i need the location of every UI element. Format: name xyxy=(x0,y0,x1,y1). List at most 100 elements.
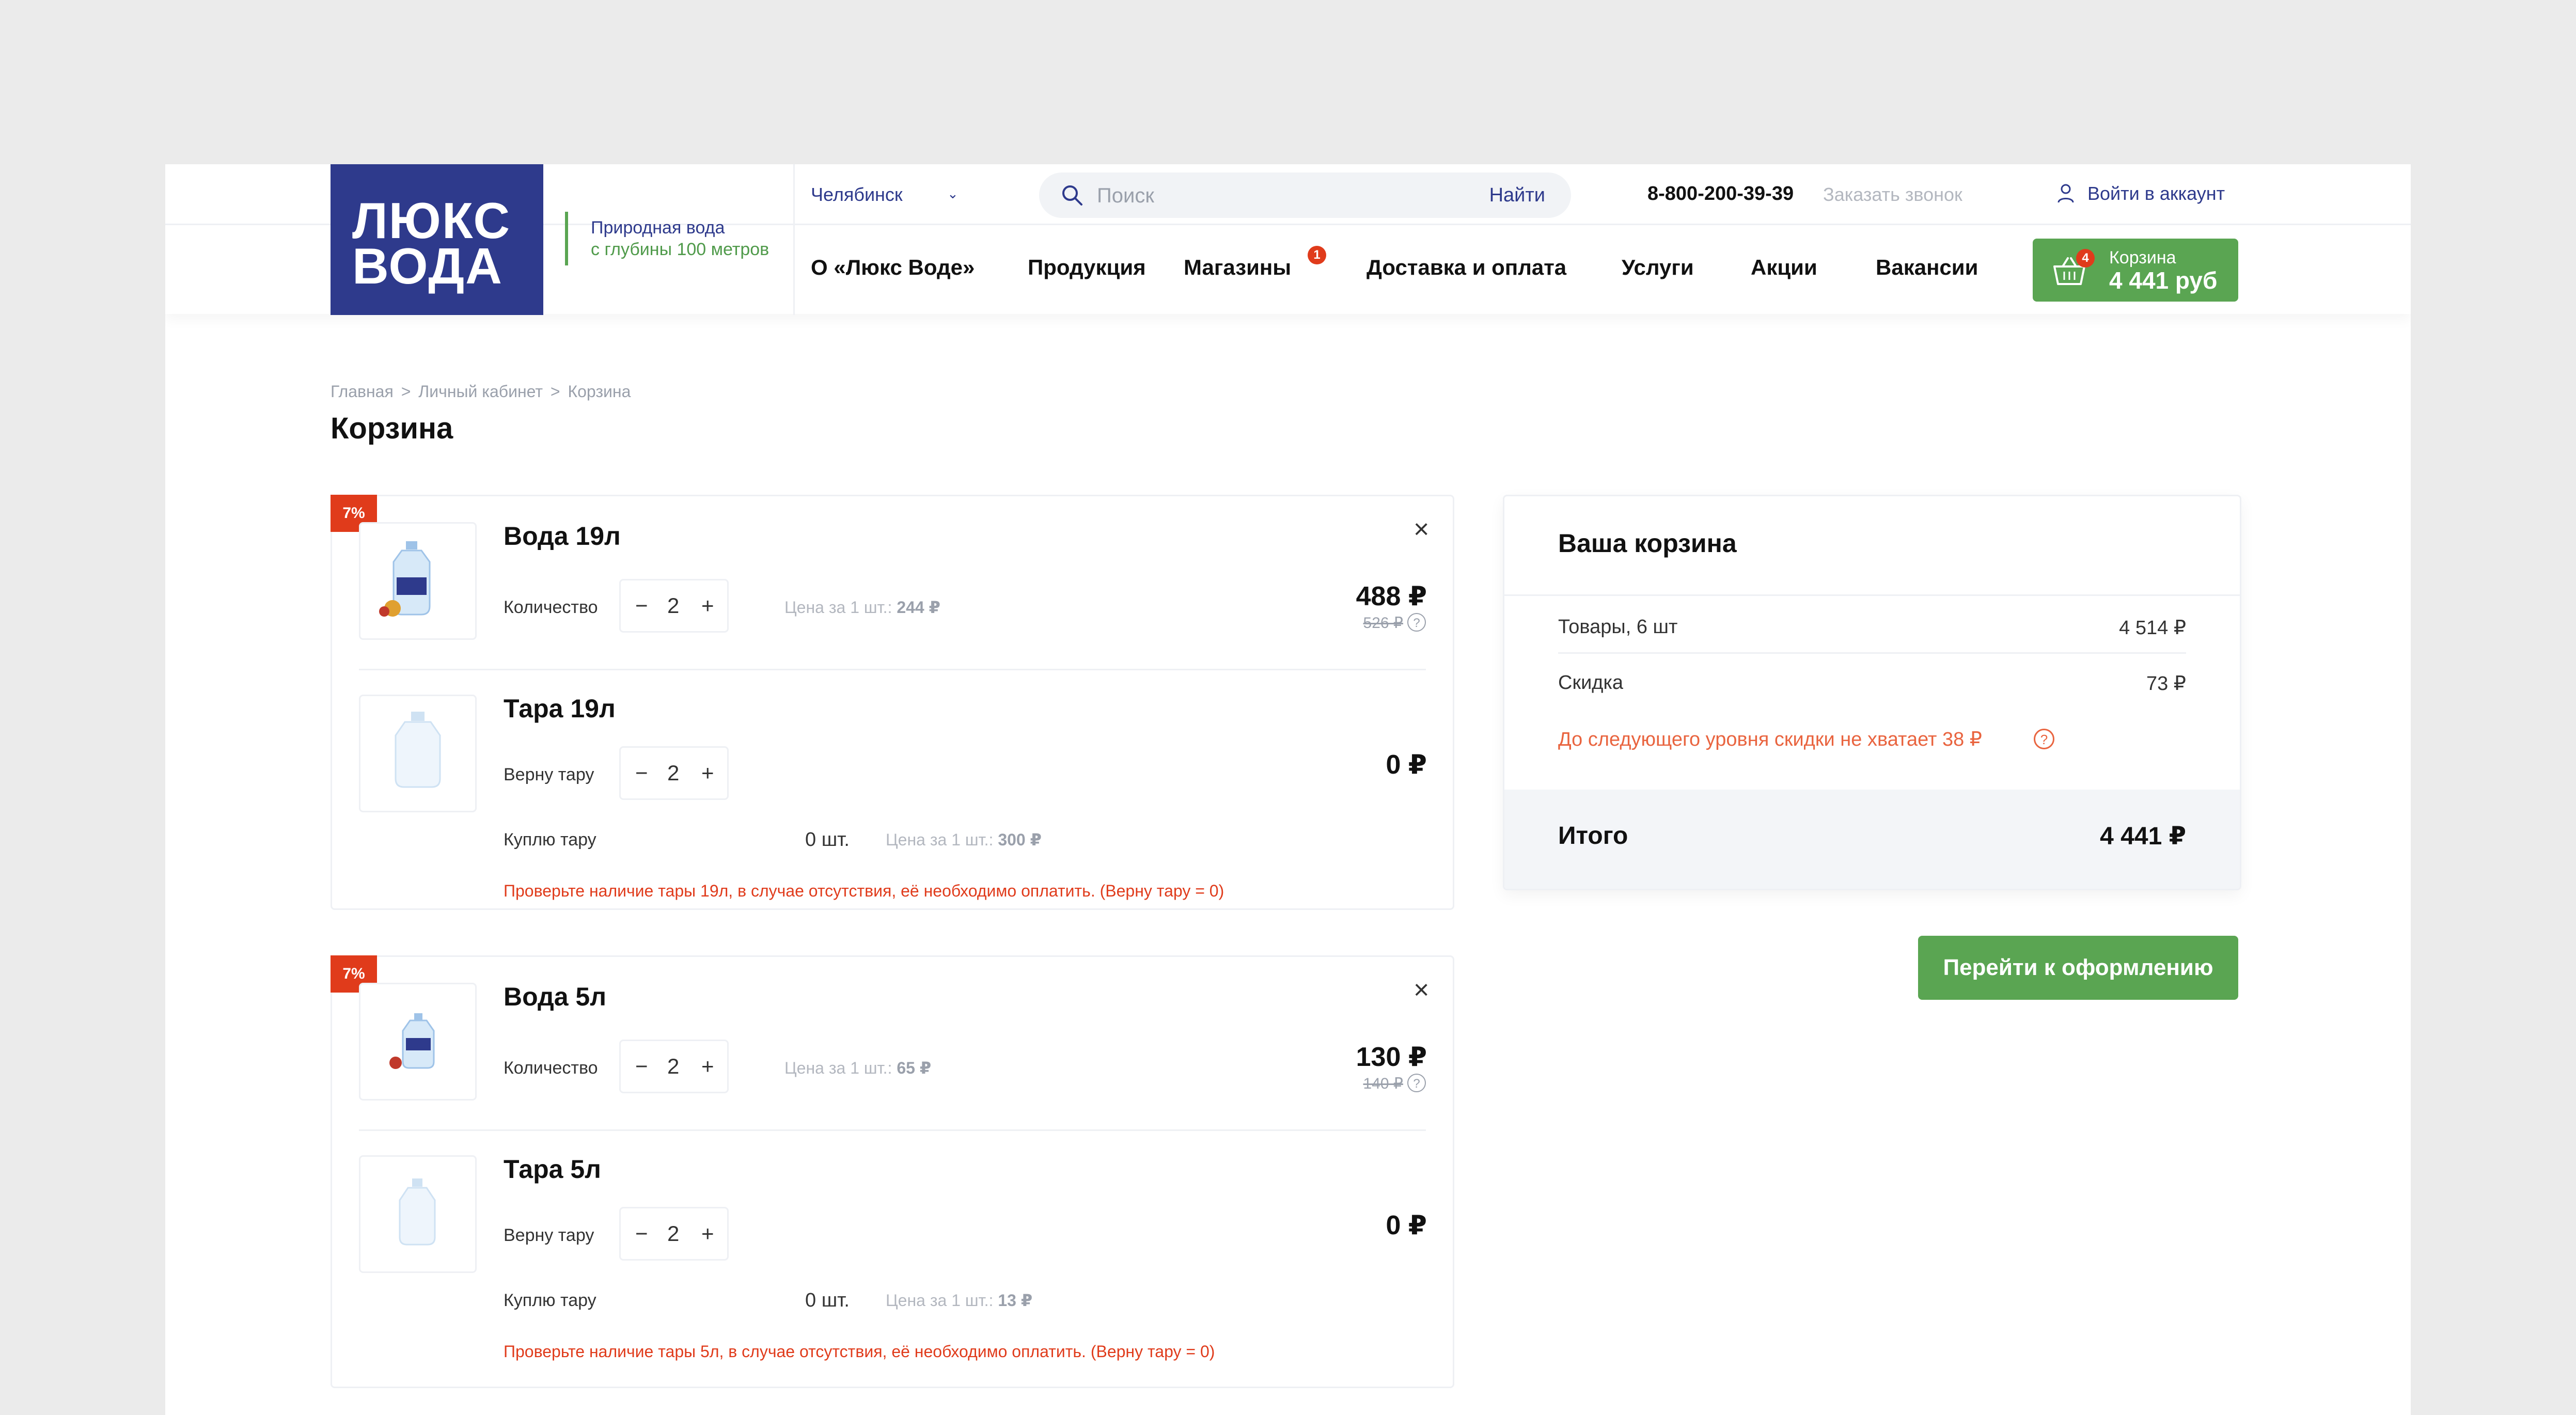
container-warning: Проверьте наличие тары 19л, в случае отс… xyxy=(504,882,1224,900)
cart-group-19l: 7% × Вода 19л Количество − 2 + Цена за 1… xyxy=(331,495,1454,910)
cart-summary: Ваша корзина Товары, 6 шт 4 514 ₽ Скидка… xyxy=(1503,495,2241,890)
tagline-line2: с глубины 100 метров xyxy=(591,240,769,259)
buy-container-label: Куплю тару xyxy=(504,830,596,850)
breadcrumb-separator: > xyxy=(401,382,411,401)
unit-price-label: Цена за 1 шт.: xyxy=(784,598,892,617)
header-vertical-divider xyxy=(793,164,795,315)
search-icon xyxy=(1062,185,1082,206)
return-container-stepper: − 2 + xyxy=(619,746,729,800)
decrement-button[interactable]: − xyxy=(635,1056,648,1077)
summary-title: Ваша корзина xyxy=(1558,529,1737,558)
line-price: 488 ₽ xyxy=(1356,581,1427,611)
increment-button[interactable]: + xyxy=(701,762,714,784)
summary-divider xyxy=(1504,594,2240,596)
decrement-button[interactable]: − xyxy=(635,1223,648,1245)
tagline-line1: Природная вода xyxy=(591,218,725,238)
total-label: Итого xyxy=(1558,822,1628,850)
water-bottle-icon xyxy=(389,1013,435,1069)
return-container-label: Верну тару xyxy=(504,1225,594,1245)
quantity-value[interactable]: 2 xyxy=(667,1223,679,1245)
return-container-stepper: − 2 + xyxy=(619,1207,729,1261)
buy-container-qty: 0 шт. xyxy=(805,829,850,851)
login-link[interactable]: Войти в аккаунт xyxy=(2087,183,2225,205)
nav-services[interactable]: Услуги xyxy=(1622,255,1694,280)
product-image-water-19l[interactable] xyxy=(359,522,477,640)
increment-button[interactable]: + xyxy=(701,1056,714,1077)
stores-badge: 1 xyxy=(1308,246,1326,264)
quantity-value[interactable]: 2 xyxy=(667,1056,679,1077)
nav-about[interactable]: О «Люкс Воде» xyxy=(811,255,975,280)
nav-products[interactable]: Продукция xyxy=(1028,255,1146,280)
quantity-label: Количество xyxy=(504,1058,598,1078)
close-icon[interactable]: × xyxy=(1413,977,1429,1003)
tagline-accent xyxy=(565,212,568,265)
logo-line2: ВОДА xyxy=(352,238,503,294)
cart-label: Корзина xyxy=(2109,248,2176,268)
unit-price: Цена за 1 шт.: 65 ₽ xyxy=(784,1058,931,1078)
breadcrumb-account[interactable]: Личный кабинет xyxy=(418,382,543,401)
question-icon[interactable]: ? xyxy=(2034,729,2054,749)
callback-link[interactable]: Заказать звонок xyxy=(1823,184,1962,206)
city-selector[interactable]: Челябинск xyxy=(811,184,903,206)
product-name[interactable]: Вода 19л xyxy=(504,521,621,551)
question-icon[interactable]: ? xyxy=(1407,1074,1426,1092)
search-bar[interactable]: Поиск Найти xyxy=(1039,172,1571,218)
breadcrumb-home[interactable]: Главная xyxy=(331,382,394,401)
nav-promotions[interactable]: Акции xyxy=(1751,255,1817,280)
nav-delivery[interactable]: Доставка и оплата xyxy=(1366,255,1566,280)
cart-total: 4 441 руб xyxy=(2109,267,2218,294)
total-value: 4 441 ₽ xyxy=(2100,823,2186,850)
product-name[interactable]: Тара 19л xyxy=(504,694,616,724)
product-name[interactable]: Вода 5л xyxy=(504,982,606,1012)
product-name[interactable]: Тара 5л xyxy=(504,1154,601,1184)
nav-vacancies[interactable]: Вакансии xyxy=(1876,255,1978,280)
return-container-label: Верну тару xyxy=(504,765,594,784)
quantity-value[interactable]: 2 xyxy=(667,762,679,784)
increment-button[interactable]: + xyxy=(701,595,714,617)
product-image-container-19l[interactable] xyxy=(359,695,477,812)
question-icon[interactable]: ? xyxy=(1407,613,1426,632)
logo[interactable]: ЛЮКС ВОДА xyxy=(331,164,543,315)
line-price: 130 ₽ xyxy=(1356,1042,1427,1072)
product-image-water-5l[interactable] xyxy=(359,983,477,1100)
decrement-button[interactable]: − xyxy=(635,762,648,784)
cart-group-5l: 7% × Вода 5л Количество − 2 + Цена за 1 … xyxy=(331,955,1454,1388)
user-icon xyxy=(2057,184,2074,203)
breadcrumb-separator: > xyxy=(550,382,560,401)
discount-value: 73 ₽ xyxy=(2146,673,2186,695)
phone-link[interactable]: 8-800-200-39-39 xyxy=(1647,183,1794,205)
unit-price: Цена за 1 шт.: 244 ₽ xyxy=(784,598,940,617)
unit-price-value: 244 ₽ xyxy=(897,598,940,617)
quantity-stepper: − 2 + xyxy=(619,579,729,633)
container-warning: Проверьте наличие тары 5л, в случае отсу… xyxy=(504,1342,1215,1361)
unit-price-label: Цена за 1 шт.: xyxy=(784,1059,892,1077)
chevron-down-icon[interactable]: ⌄ xyxy=(947,186,959,202)
page-frame: ЛЮКС ВОДА Природная вода с глубины 100 м… xyxy=(165,164,2411,1415)
product-image-container-5l[interactable] xyxy=(359,1155,477,1273)
unit-price-label: Цена за 1 шт.: xyxy=(886,1291,994,1310)
search-button[interactable]: Найти xyxy=(1489,184,1545,207)
line-price: 0 ₽ xyxy=(1386,750,1427,780)
unit-price-value: 300 ₽ xyxy=(998,830,1042,849)
unit-price: Цена за 1 шт.: 13 ₽ xyxy=(886,1291,1032,1310)
unit-price-value: 13 ₽ xyxy=(998,1291,1033,1310)
quantity-value[interactable]: 2 xyxy=(667,595,679,617)
checkout-button[interactable]: Перейти к оформлению xyxy=(1918,936,2238,1000)
site-header: ЛЮКС ВОДА Природная вода с глубины 100 м… xyxy=(165,164,2411,315)
unit-price-label: Цена за 1 шт.: xyxy=(886,830,994,849)
search-input[interactable]: Поиск xyxy=(1097,184,1154,208)
quantity-stepper: − 2 + xyxy=(619,1040,729,1093)
unit-price: Цена за 1 шт.: 300 ₽ xyxy=(886,830,1042,850)
nav-stores[interactable]: Магазины xyxy=(1184,255,1291,280)
line-price: 0 ₽ xyxy=(1386,1210,1427,1240)
close-icon[interactable]: × xyxy=(1413,516,1429,543)
summary-divider xyxy=(1558,652,2186,654)
decrement-button[interactable]: − xyxy=(635,595,648,617)
increment-button[interactable]: + xyxy=(701,1223,714,1245)
unit-price-value: 65 ₽ xyxy=(897,1059,932,1077)
item-divider xyxy=(359,669,1426,670)
cart-button[interactable]: 4 Корзина 4 441 руб xyxy=(2033,239,2238,302)
buy-container-label: Куплю тару xyxy=(504,1291,596,1310)
empty-bottle-icon xyxy=(395,712,441,788)
empty-bottle-icon xyxy=(399,1178,436,1246)
